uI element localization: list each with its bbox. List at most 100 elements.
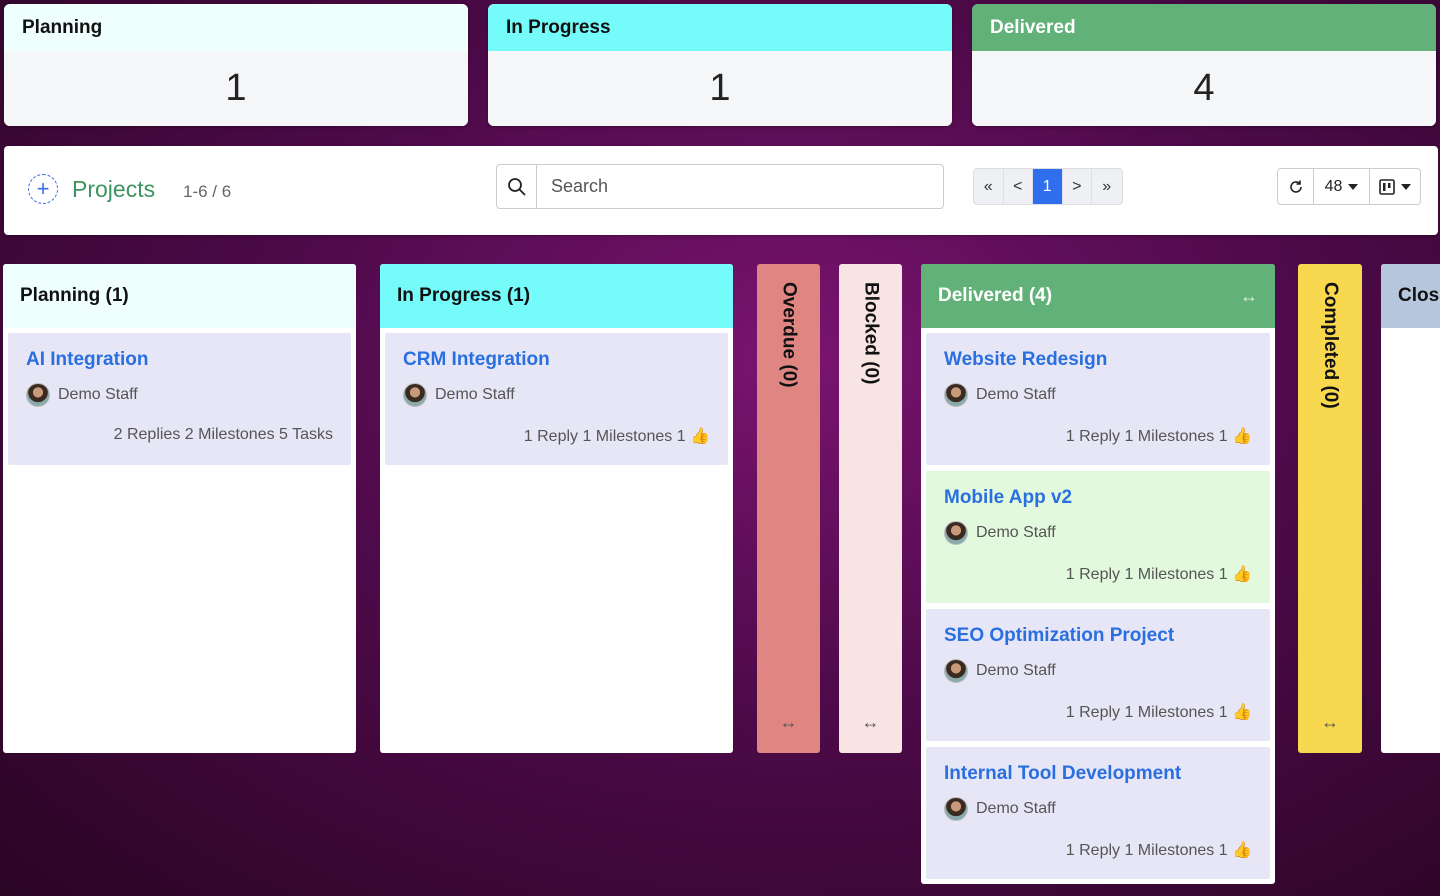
- card-stats-text: 1 Reply 1 Milestones 1: [1065, 704, 1228, 721]
- record-range: 1-6 / 6: [183, 182, 232, 201]
- project-card[interactable]: AI Integration Demo Staff 2 Replies 2 Mi…: [8, 333, 351, 465]
- page-title: Projects: [72, 176, 156, 202]
- search-box: [496, 164, 944, 209]
- card-owner: Demo Staff: [26, 383, 333, 407]
- prev-page-button[interactable]: <: [1004, 169, 1033, 204]
- current-page-button[interactable]: 1: [1033, 169, 1063, 204]
- summary-count: 1: [4, 51, 468, 126]
- card-stats: 1 Reply 1 Milestones 1 👍: [524, 426, 710, 446]
- card-stats: 1 Reply 1 Milestones 1 👍: [1066, 702, 1252, 722]
- column-header: Clos: [1381, 264, 1440, 328]
- card-owner: Demo Staff: [944, 797, 1252, 821]
- view-mode-select[interactable]: [1370, 169, 1420, 204]
- project-title-link[interactable]: Website Redesign: [944, 349, 1252, 371]
- summary-card-delivered: Delivered 4: [972, 4, 1436, 126]
- avatar: [944, 521, 968, 545]
- avatar: [26, 383, 50, 407]
- collapse-icon[interactable]: ↔: [1240, 286, 1258, 307]
- kanban-view-icon: [1379, 178, 1395, 195]
- view-tools: 48: [1277, 168, 1421, 205]
- project-card[interactable]: SEO Optimization Project Demo Staff 1 Re…: [926, 609, 1270, 741]
- refresh-button[interactable]: [1278, 169, 1314, 204]
- summary-card-planning: Planning 1: [4, 4, 468, 126]
- column-in-progress: In Progress (1) CRM Integration Demo Sta…: [380, 264, 733, 753]
- card-owner: Demo Staff: [944, 521, 1252, 545]
- summary-count: 4: [972, 51, 1436, 126]
- column-delivered: Delivered (4) ↔ Website Redesign Demo St…: [921, 264, 1275, 884]
- column-completed-collapsed[interactable]: Completed (0) ↔: [1298, 264, 1362, 753]
- column-title: Delivered (4): [938, 285, 1053, 306]
- column-title: Planning (1): [20, 285, 129, 306]
- summary-card-header: Planning: [4, 4, 468, 51]
- column-header: Planning (1): [3, 264, 356, 328]
- card-stats-text: 1 Reply 1 Milestones 1: [523, 428, 686, 445]
- column-title: Overdue (0): [778, 282, 800, 388]
- expand-icon[interactable]: ↔: [780, 712, 798, 733]
- card-stats: 1 Reply 1 Milestones 1 👍: [1066, 840, 1252, 860]
- page-size-value: 48: [1324, 177, 1343, 195]
- avatar: [944, 383, 968, 407]
- column-planning: Planning (1) AI Integration Demo Staff 2…: [3, 264, 356, 753]
- project-title-link[interactable]: CRM Integration: [403, 349, 710, 371]
- card-owner: Demo Staff: [944, 659, 1252, 683]
- project-title-link[interactable]: Mobile App v2: [944, 487, 1252, 509]
- avatar: [403, 383, 427, 407]
- first-page-button[interactable]: «: [974, 169, 1004, 204]
- owner-name: Demo Staff: [58, 386, 138, 403]
- avatar: [944, 797, 968, 821]
- summary-count: 1: [488, 51, 952, 126]
- owner-name: Demo Staff: [976, 524, 1056, 541]
- avatar: [944, 659, 968, 683]
- card-stats: 1 Reply 1 Milestones 1 👍: [1066, 426, 1252, 446]
- project-card[interactable]: Website Redesign Demo Staff 1 Reply 1 Mi…: [926, 333, 1270, 465]
- column-title: Clos: [1398, 285, 1440, 306]
- thumbs-up-icon: 👍: [1232, 704, 1252, 721]
- card-stats-text: 1 Reply 1 Milestones 1: [1065, 566, 1228, 583]
- refresh-icon: [1289, 180, 1302, 193]
- thumbs-up-icon: 👍: [1232, 428, 1252, 445]
- thumbs-up-icon: 👍: [690, 428, 710, 445]
- card-stats: 1 Reply 1 Milestones 1 👍: [1066, 564, 1252, 584]
- card-stats: 2 Replies 2 Milestones 5 Tasks: [113, 426, 333, 443]
- card-stats-text: 1 Reply 1 Milestones 1: [1065, 428, 1228, 445]
- owner-name: Demo Staff: [976, 662, 1056, 679]
- add-project-button[interactable]: +: [28, 174, 58, 204]
- summary-card-header: In Progress: [488, 4, 952, 51]
- expand-icon[interactable]: ↔: [1321, 712, 1339, 733]
- last-page-button[interactable]: »: [1092, 169, 1122, 204]
- project-card[interactable]: CRM Integration Demo Staff 1 Reply 1 Mil…: [385, 333, 728, 465]
- column-title: Completed (0): [1320, 282, 1341, 409]
- owner-name: Demo Staff: [976, 800, 1056, 817]
- thumbs-up-icon: 👍: [1232, 566, 1252, 583]
- chevron-down-icon: [1348, 183, 1359, 190]
- card-owner: Demo Staff: [403, 383, 710, 407]
- expand-icon[interactable]: ↔: [862, 712, 880, 733]
- column-header: Delivered (4) ↔: [921, 264, 1275, 328]
- column-body: AI Integration Demo Staff 2 Replies 2 Mi…: [3, 328, 356, 476]
- search-icon[interactable]: [497, 165, 537, 208]
- summary-card-header: Delivered: [972, 4, 1436, 51]
- owner-name: Demo Staff: [435, 386, 515, 403]
- column-body: Website Redesign Demo Staff 1 Reply 1 Mi…: [921, 328, 1275, 884]
- chevron-down-icon: [1401, 183, 1411, 190]
- project-title-link[interactable]: AI Integration: [26, 349, 333, 371]
- project-card[interactable]: Mobile App v2 Demo Staff 1 Reply 1 Miles…: [926, 471, 1270, 603]
- search-input[interactable]: [537, 165, 943, 208]
- owner-name: Demo Staff: [976, 386, 1056, 403]
- pagination: « < 1 > »: [973, 168, 1123, 205]
- card-stats-text: 1 Reply 1 Milestones 1: [1065, 842, 1228, 859]
- column-title: In Progress (1): [397, 285, 531, 306]
- column-overdue-collapsed[interactable]: Overdue (0) ↔: [757, 264, 820, 753]
- project-title-link[interactable]: Internal Tool Development: [944, 763, 1252, 785]
- project-title-link[interactable]: SEO Optimization Project: [944, 625, 1252, 647]
- project-card[interactable]: Internal Tool Development Demo Staff 1 R…: [926, 747, 1270, 879]
- next-page-button[interactable]: >: [1063, 169, 1092, 204]
- column-header: In Progress (1): [380, 264, 733, 328]
- column-blocked-collapsed[interactable]: Blocked (0) ↔: [839, 264, 902, 753]
- page-size-select[interactable]: 48: [1314, 169, 1370, 204]
- summary-card-in-progress: In Progress 1: [488, 4, 952, 126]
- plus-circle-icon: +: [36, 176, 50, 201]
- projects-toolbar: + Projects 1-6 / 6 « < 1 > » 48: [4, 146, 1438, 235]
- column-title: Blocked (0): [860, 282, 882, 385]
- column-body: CRM Integration Demo Staff 1 Reply 1 Mil…: [380, 328, 733, 476]
